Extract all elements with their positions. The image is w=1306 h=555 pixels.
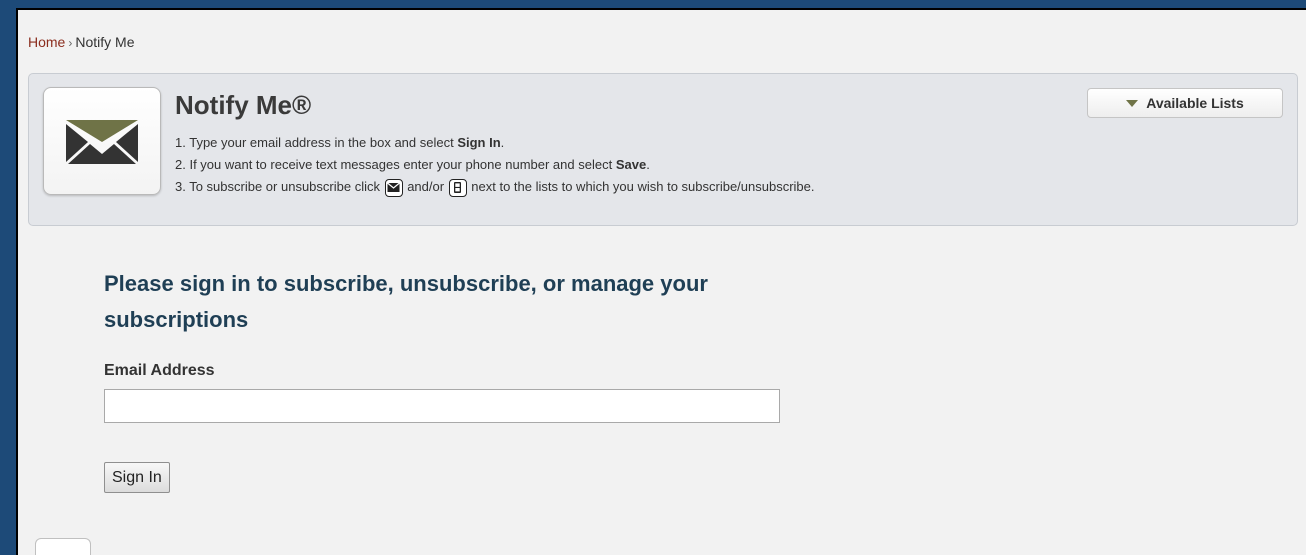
step-1-text: 1. Type your email address in the box an… xyxy=(175,135,458,150)
signin-heading: Please sign in to subscribe, unsubscribe… xyxy=(104,271,708,332)
envelope-icon xyxy=(66,120,138,164)
bottom-tile xyxy=(35,538,91,555)
email-label: Email Address xyxy=(104,362,215,379)
instruction-step-3: 3. To subscribe or unsubscribe click and… xyxy=(175,176,815,198)
email-field[interactable] xyxy=(104,389,780,423)
step-3-suffix: next to the lists to which you wish to s… xyxy=(467,179,815,194)
step-3-and-or: and/or xyxy=(403,179,448,194)
breadcrumb-home-link[interactable]: Home xyxy=(28,34,65,50)
email-subscribe-icon xyxy=(384,178,403,197)
instructions: 1. Type your email address in the box an… xyxy=(175,132,815,198)
envelope-tile xyxy=(43,87,161,195)
notify-me-panel: Notify Me® 1. Type your email address in… xyxy=(28,73,1298,226)
page-title: Notify Me® xyxy=(175,90,312,120)
available-lists-button[interactable]: Available Lists xyxy=(1087,88,1283,118)
step-3-text: 3. To subscribe or unsubscribe click xyxy=(175,179,384,194)
instruction-step-2: 2. If you want to receive text messages … xyxy=(175,154,815,176)
dropdown-triangle-icon xyxy=(1126,99,1139,107)
browser-frame: Home › Notify Me Notify Me® 1. Type your e… xyxy=(16,8,1306,555)
page-content: Home › Notify Me Notify Me® 1. Type your e… xyxy=(18,10,1306,555)
breadcrumb-current: Notify Me xyxy=(75,34,135,50)
available-lists-label: Available Lists xyxy=(1146,95,1244,111)
breadcrumb: Home › Notify Me xyxy=(28,34,134,50)
instruction-step-1: 1. Type your email address in the box an… xyxy=(175,132,815,154)
phone-subscribe-icon xyxy=(448,178,467,197)
breadcrumb-separator: › xyxy=(68,36,73,50)
step-1-suffix: . xyxy=(500,135,505,150)
step-2-suffix: . xyxy=(646,157,650,172)
sign-in-button[interactable]: Sign In xyxy=(104,462,170,493)
step-2-text: 2. If you want to receive text messages … xyxy=(175,157,616,172)
step-2-bold: Save xyxy=(615,157,647,172)
step-1-bold: Sign In xyxy=(457,135,501,150)
